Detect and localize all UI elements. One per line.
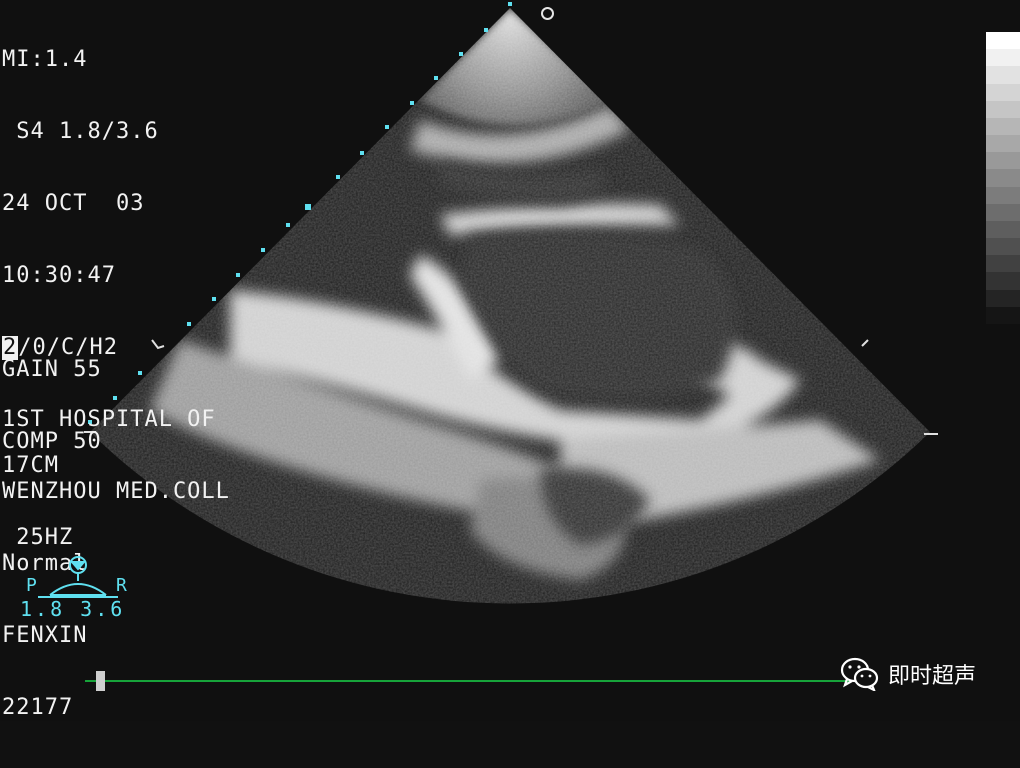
grayscale-step <box>986 306 1020 324</box>
grayscale-step <box>986 135 1020 153</box>
mechanical-index: MI:1.4 <box>2 47 88 72</box>
probe-right-label: R <box>116 575 127 596</box>
grayscale-step <box>986 272 1020 290</box>
probe-frequency-readout: 1.8 3.6 <box>20 597 126 621</box>
patient-id: 22177 <box>2 695 74 720</box>
operator-name: FENXIN <box>2 623 88 648</box>
grayscale-step <box>986 220 1020 239</box>
grayscale-step <box>986 169 1020 187</box>
grayscale-step <box>986 186 1020 204</box>
grayscale-step <box>986 83 1020 101</box>
orientation-marker-icon <box>541 7 554 20</box>
grayscale-step <box>986 117 1020 136</box>
grayscale-step <box>986 203 1020 221</box>
wechat-icon <box>840 657 879 691</box>
probe-left-label: P <box>26 575 37 596</box>
grayscale-bar <box>986 32 1020 324</box>
exam-date: 24 OCT 03 <box>2 191 145 216</box>
watermark-text: 即时超声 <box>888 664 977 689</box>
timeline-marker[interactable] <box>96 671 105 691</box>
ultrasound-viewport: MI:1.4 S4 1.8/3.6 24 OCT 03 10:30:47 2/0… <box>0 0 1020 721</box>
frame-rate-value: 25HZ <box>2 525 74 550</box>
gain-value: GAIN 55 <box>2 357 102 382</box>
grayscale-step <box>986 49 1020 67</box>
grayscale-step <box>986 152 1020 170</box>
grayscale-step <box>986 255 1020 273</box>
grayscale-step <box>986 32 1020 50</box>
grayscale-step <box>986 238 1020 256</box>
grayscale-step <box>986 66 1020 84</box>
probe-frequency: S4 1.8/3.6 <box>2 119 159 144</box>
watermark: 即时超声 <box>840 656 976 692</box>
probe-widget: P R 1.8 3.6 <box>20 555 150 625</box>
grayscale-step <box>986 289 1020 307</box>
exam-time: 10:30:47 <box>2 263 116 288</box>
depth-value: 17CM <box>2 453 59 478</box>
grayscale-step <box>986 100 1020 118</box>
timeline-bar[interactable] <box>85 680 850 682</box>
